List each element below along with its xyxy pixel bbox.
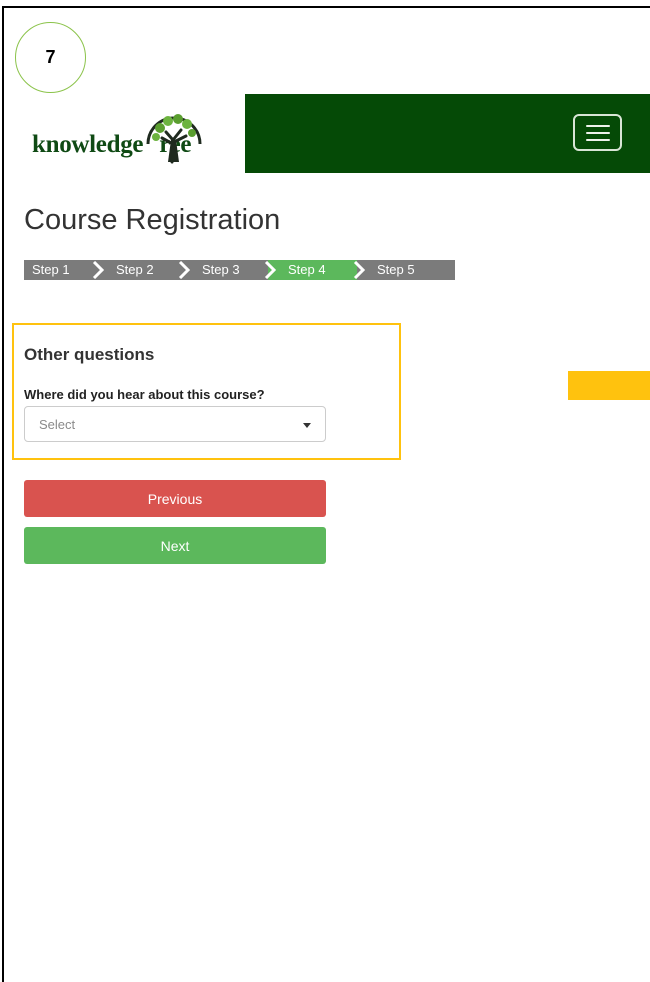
- chevron-right-icon: [92, 261, 104, 279]
- hamburger-icon-line: [585, 131, 610, 134]
- chevron-right-icon: [178, 261, 190, 279]
- top-navbar: [245, 94, 650, 173]
- chevron-right-icon: [264, 261, 276, 279]
- step-progress-bar: Step 1 Step 2 Step 3 Step 4 Step 5: [24, 260, 455, 280]
- hear-about-select[interactable]: Select: [24, 406, 326, 442]
- step-5: Step 5: [353, 260, 455, 280]
- section-title: Other questions: [24, 345, 155, 364]
- page-title: Course Registration: [24, 204, 281, 236]
- next-button[interactable]: Next: [24, 527, 326, 564]
- hamburger-icon-line: [585, 124, 610, 127]
- step-2: Step 2: [92, 260, 182, 280]
- select-placeholder: Select: [39, 417, 76, 432]
- hear-about-label: Where did you hear about this course?: [24, 387, 265, 402]
- step-number-text: 7: [45, 47, 56, 67]
- menu-toggle-button[interactable]: [573, 114, 622, 151]
- caret-down-icon: [303, 423, 311, 428]
- step-number-badge: 7: [15, 22, 86, 93]
- hamburger-icon-line: [585, 138, 610, 141]
- step-4: Step 4: [264, 260, 357, 280]
- step-1: Step 1: [32, 262, 70, 277]
- step-3: Step 3: [178, 260, 268, 280]
- tree-icon: [146, 114, 202, 164]
- previous-button[interactable]: Previous: [24, 480, 326, 517]
- chevron-right-icon: [353, 261, 365, 279]
- highlight-annotation-marker: [568, 371, 650, 400]
- knowledge-tree-logo[interactable]: knowledgeree: [32, 104, 232, 168]
